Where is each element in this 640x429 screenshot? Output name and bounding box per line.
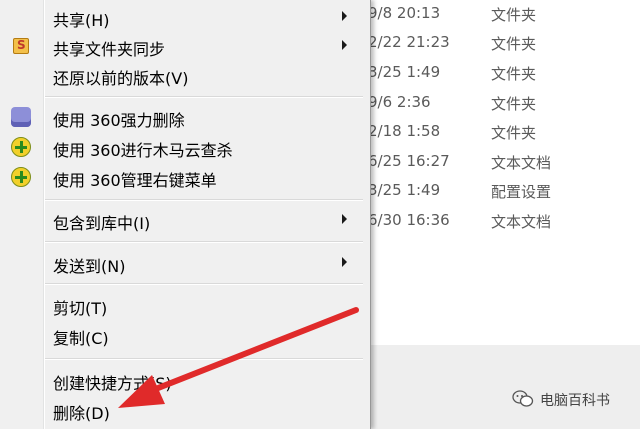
menu-item-cut[interactable]: 剪切(T) <box>0 290 370 320</box>
360-plus-icon <box>11 137 31 157</box>
menu-item-label: 使用 360强力删除 <box>53 111 185 130</box>
sync-s-icon: S <box>13 38 29 54</box>
submenu-arrow-icon <box>342 257 347 267</box>
menu-item-label: 共享(H) <box>53 11 110 30</box>
menu-separator <box>45 358 363 360</box>
menu-item-create-shortcut[interactable]: 创建快捷方式(S) <box>0 365 370 395</box>
shredder-icon <box>11 107 31 127</box>
menu-item-label: 使用 360进行木马云查杀 <box>53 141 233 160</box>
context-menu: 共享(H) S 共享文件夹同步 还原以前的版本(V) 使用 360强力删除 使用… <box>0 0 371 429</box>
file-date: 3/25 1:49 <box>368 181 441 199</box>
menu-item-send-to[interactable]: 发送到(N) <box>0 248 370 278</box>
submenu-arrow-icon <box>342 40 347 50</box>
menu-item-shared-folder-sync[interactable]: S 共享文件夹同步 <box>0 31 370 61</box>
file-date: 6/30 16:36 <box>368 211 450 229</box>
menu-separator <box>45 199 363 201</box>
menu-item-label: 删除(D) <box>53 404 110 423</box>
menu-item-label: 发送到(N) <box>53 257 126 276</box>
menu-item-delete[interactable]: 删除(D) <box>0 395 370 425</box>
menu-item-label: 包含到库中(I) <box>53 214 151 233</box>
menu-item-360-force-delete[interactable]: 使用 360强力删除 <box>0 102 370 132</box>
file-type: 文件夹 <box>491 124 537 142</box>
menu-item-label: 还原以前的版本(V) <box>53 69 189 88</box>
file-date: 3/25 1:49 <box>368 63 441 81</box>
file-date: 9/8 20:13 <box>368 4 441 22</box>
menu-separator <box>45 96 363 98</box>
360-plus-icon <box>11 167 31 187</box>
menu-item-include-in-library[interactable]: 包含到库中(I) <box>0 205 370 235</box>
wechat-icon <box>512 390 534 407</box>
menu-item-label: 共享文件夹同步 <box>53 40 166 59</box>
menu-item-share[interactable]: 共享(H) <box>0 2 370 32</box>
file-date: 6/25 16:27 <box>368 152 450 170</box>
submenu-arrow-icon <box>342 214 347 224</box>
menu-item-360-trojan-scan[interactable]: 使用 360进行木马云查杀 <box>0 132 370 162</box>
file-type: 文件夹 <box>491 6 537 24</box>
submenu-arrow-icon <box>342 11 347 21</box>
file-type: 文件夹 <box>491 95 537 113</box>
file-date: 2/22 21:23 <box>368 33 450 51</box>
menu-item-label: 使用 360管理右键菜单 <box>53 171 217 190</box>
file-type: 文本文档 <box>491 213 552 231</box>
menu-item-label: 复制(C) <box>53 329 109 348</box>
menu-item-copy[interactable]: 复制(C) <box>0 320 370 350</box>
menu-separator <box>45 283 363 285</box>
menu-separator <box>45 241 363 243</box>
watermark-text: 电脑百科书 <box>540 393 610 409</box>
file-type: 文件夹 <box>491 35 537 53</box>
menu-item-label: 创建快捷方式(S) <box>53 374 172 393</box>
file-type: 文件夹 <box>491 65 537 83</box>
file-type: 配置设置 <box>491 183 552 201</box>
menu-item-label: 剪切(T) <box>53 299 108 318</box>
menu-item-360-manage-context-menu[interactable]: 使用 360管理右键菜单 <box>0 162 370 192</box>
file-date: 9/6 2:36 <box>368 93 431 111</box>
menu-item-restore-previous-versions[interactable]: 还原以前的版本(V) <box>0 60 370 90</box>
file-date: 2/18 1:58 <box>368 122 441 140</box>
file-type: 文本文档 <box>491 154 552 172</box>
